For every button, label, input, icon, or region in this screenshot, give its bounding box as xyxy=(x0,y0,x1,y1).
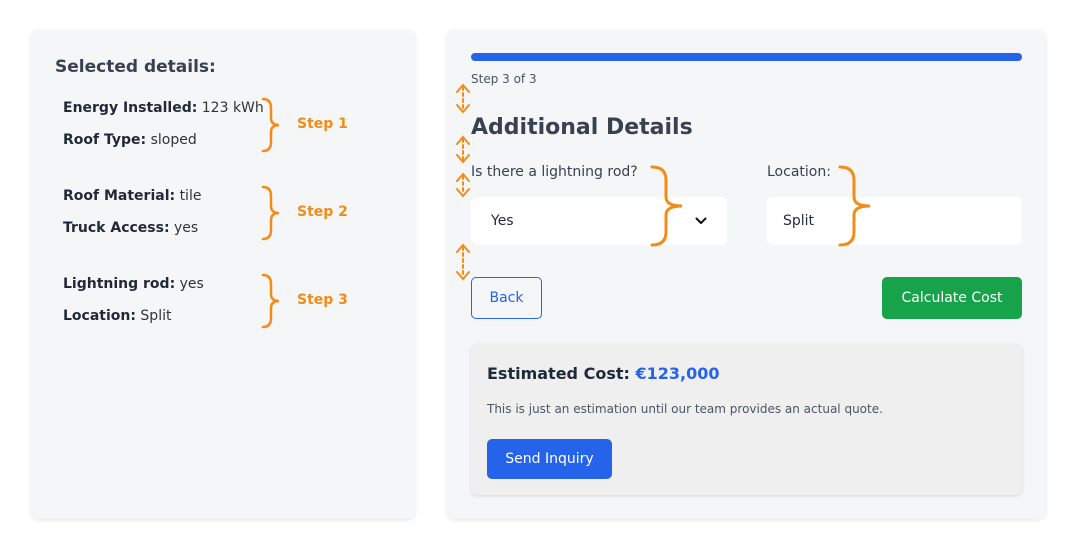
step-1-brace-icon xyxy=(261,97,280,153)
detail-location: Location: Split xyxy=(63,308,171,324)
detail-label: Lightning rod: xyxy=(63,276,176,292)
progress-bar-fill xyxy=(471,53,1022,61)
step-2-label: Step 2 xyxy=(297,204,348,220)
detail-value: yes xyxy=(174,220,199,236)
step-2-brace-icon xyxy=(261,185,280,241)
detail-value: yes xyxy=(179,276,204,292)
location-input[interactable] xyxy=(767,197,1022,245)
progress-bar xyxy=(471,53,1022,61)
detail-label: Roof Type: xyxy=(63,132,147,148)
chevron-down-icon xyxy=(695,217,707,224)
lightning-rod-select[interactable]: Yes xyxy=(471,197,727,245)
back-button[interactable]: Back xyxy=(471,277,542,319)
step-indicator: Step 3 of 3 xyxy=(471,72,537,86)
calculate-cost-button[interactable]: Calculate Cost xyxy=(882,277,1022,319)
location-label: Location: xyxy=(767,164,831,180)
detail-truck-access: Truck Access: yes xyxy=(63,220,198,236)
detail-value: sloped xyxy=(150,132,197,148)
detail-value: tile xyxy=(179,188,202,204)
step-3-label: Step 3 xyxy=(297,292,348,308)
section-title: Additional Details xyxy=(471,115,693,140)
detail-label: Location: xyxy=(63,308,136,324)
detail-lightning-rod: Lightning rod: yes xyxy=(63,276,204,292)
lightning-rod-select-value: Yes xyxy=(491,213,514,229)
form-card: Step 3 of 3 Additional Details Is there … xyxy=(447,30,1046,519)
estimate-value: €123,000 xyxy=(635,364,720,383)
estimate-note: This is just an estimation until our tea… xyxy=(487,402,883,416)
detail-energy-installed: Energy Installed: 123 kWh xyxy=(63,100,264,116)
detail-roof-type: Roof Type: sloped xyxy=(63,132,197,148)
detail-label: Truck Access: xyxy=(63,220,170,236)
send-inquiry-button[interactable]: Send Inquiry xyxy=(487,439,612,479)
estimate-heading: Estimated Cost: €123,000 xyxy=(487,364,719,383)
lightning-rod-label: Is there a lightning rod? xyxy=(471,164,638,180)
detail-value: Split xyxy=(140,308,172,324)
step-3-brace-icon xyxy=(261,273,280,329)
estimate-label: Estimated Cost: xyxy=(487,364,630,383)
step-1-label: Step 1 xyxy=(297,116,348,132)
selected-details-card: Selected details: Energy Installed: 123 … xyxy=(31,30,415,519)
detail-roof-material: Roof Material: tile xyxy=(63,188,201,204)
detail-label: Energy Installed: xyxy=(63,100,198,116)
detail-label: Roof Material: xyxy=(63,188,176,204)
selected-details-title: Selected details: xyxy=(55,57,216,77)
estimate-panel: Estimated Cost: €123,000 This is just an… xyxy=(471,344,1022,495)
detail-value: 123 kWh xyxy=(201,100,264,116)
